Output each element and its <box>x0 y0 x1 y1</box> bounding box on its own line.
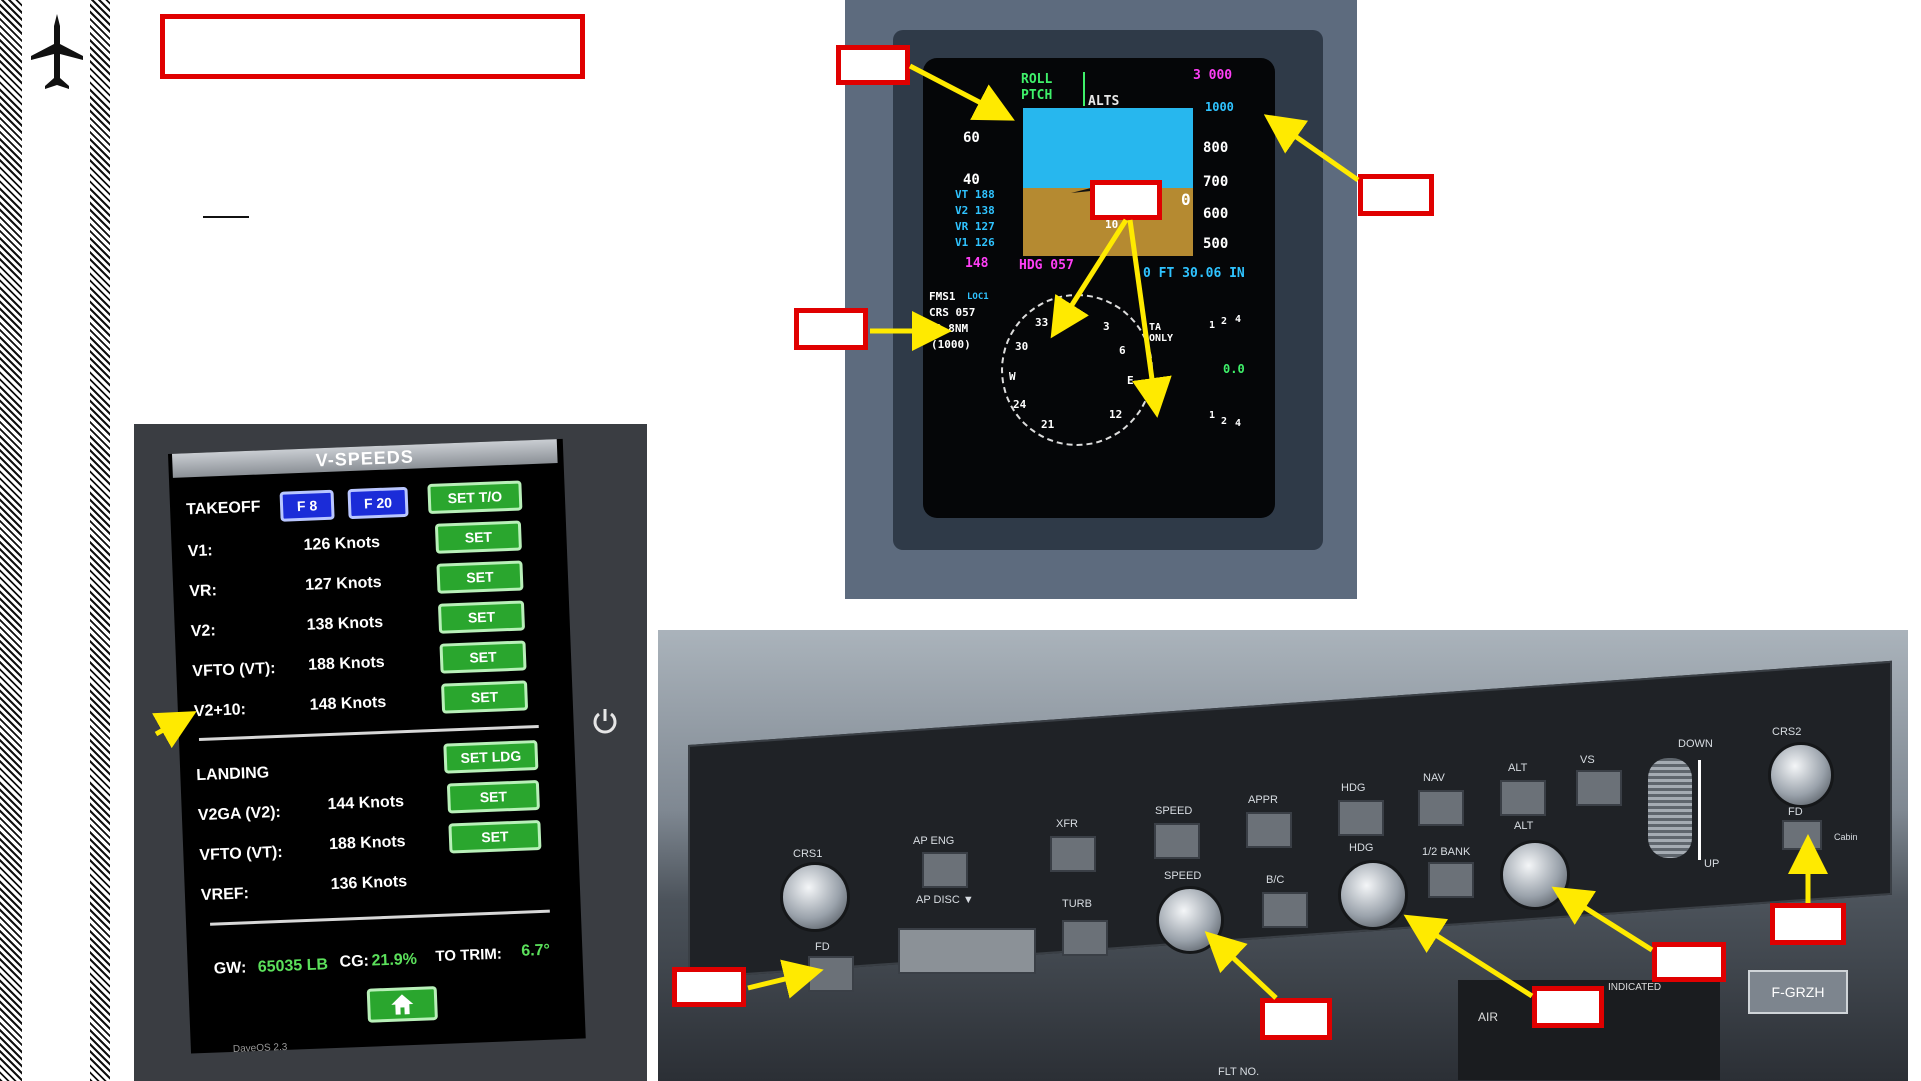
callout-arrows <box>152 63 1828 1000</box>
